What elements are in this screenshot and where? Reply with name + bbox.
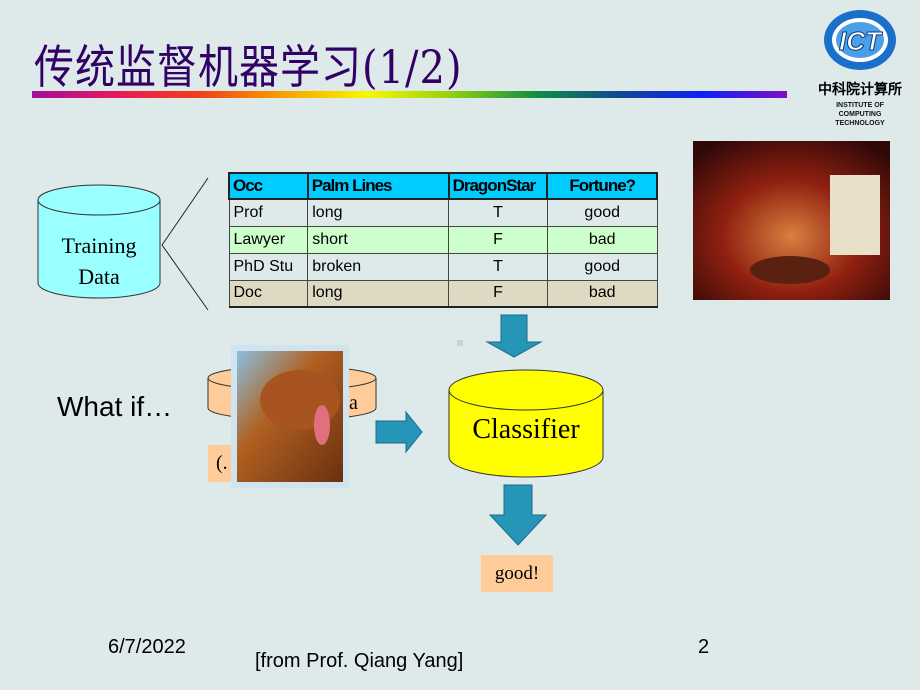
classifier-label: Classifier	[472, 414, 580, 445]
arrow-right-icon	[375, 410, 423, 454]
cell: T	[448, 198, 548, 227]
table-row: Doc long Fbad	[228, 279, 658, 308]
cell: PhD Stu	[228, 252, 309, 281]
cell: short	[307, 225, 450, 254]
arrow-down-icon	[485, 314, 543, 358]
arrow-down-icon	[488, 484, 548, 546]
hidden-cylinder-text: a	[349, 392, 358, 414]
training-label-2: Data	[78, 264, 120, 289]
footer-source: [from Prof. Qiang Yang]	[255, 650, 464, 672]
cell: Doc	[228, 279, 309, 308]
diagram-shapes	[37, 141, 890, 546]
table-row: Prof long Tgood	[228, 198, 658, 227]
table-header: Occ Palm Lines DragonStar Fortune?	[228, 172, 658, 200]
cell: T	[448, 252, 548, 281]
footer-date: 6/7/2022	[108, 636, 186, 658]
cell: long	[307, 279, 450, 308]
dog-photo	[231, 345, 349, 488]
training-label-1: Training	[61, 233, 137, 258]
fortune-teller-photo	[693, 141, 890, 300]
table-row: Lawyer short Fbad	[228, 225, 658, 254]
cell: bad	[546, 279, 658, 308]
cell: good	[546, 198, 658, 227]
cell: broken	[307, 252, 450, 281]
cell: good	[546, 252, 658, 281]
table-row: PhD Stu broken Tgood	[228, 252, 658, 281]
training-data-label: Training Data	[38, 230, 160, 292]
training-table: Occ Palm Lines DragonStar Fortune? Prof l…	[228, 172, 658, 308]
column-header: Fortune?	[546, 172, 658, 200]
column-header: Palm Lines	[306, 172, 450, 200]
hidden-box-text: (.	[216, 452, 228, 474]
connector-line	[161, 244, 209, 311]
result-box: good!	[481, 555, 553, 592]
what-if-text: What if…	[57, 391, 173, 422]
cell: Prof	[228, 198, 309, 227]
cell: long	[307, 198, 450, 227]
column-header: Occ	[228, 172, 309, 200]
cell: Lawyer	[228, 225, 309, 254]
connector-line	[161, 177, 209, 246]
cell: bad	[546, 225, 658, 254]
page-number: 2	[698, 636, 710, 658]
cell: F	[448, 225, 548, 254]
cell: F	[448, 279, 548, 308]
column-header: DragonStar	[447, 172, 549, 200]
